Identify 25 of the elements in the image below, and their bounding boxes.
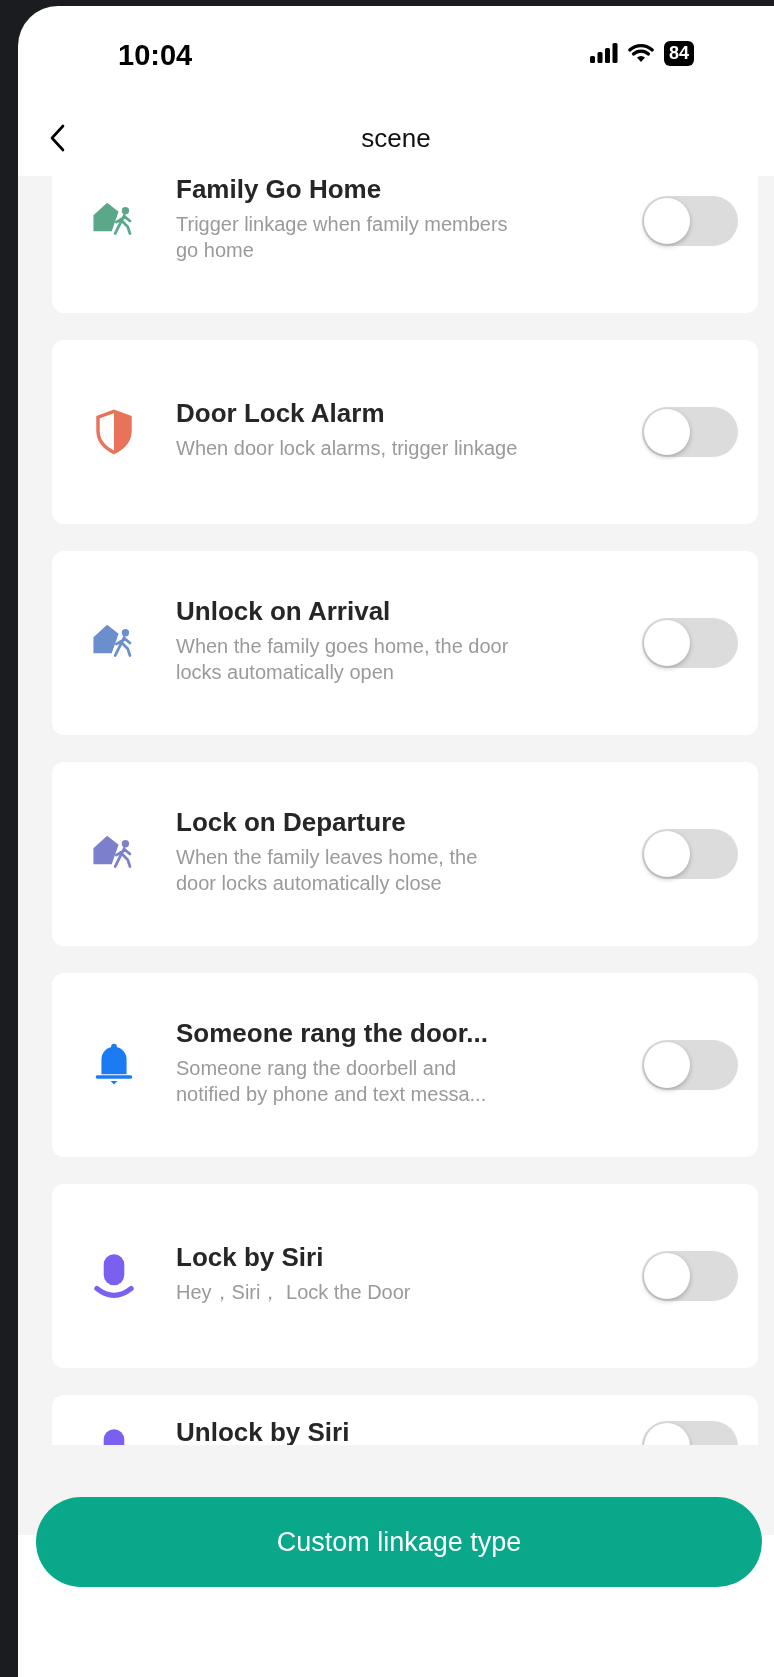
- back-chevron-icon: [50, 124, 66, 152]
- signal-icon: [589, 43, 618, 63]
- custom-linkage-button[interactable]: Custom linkage type: [36, 1497, 762, 1587]
- scene-title: Lock on Departure: [176, 806, 407, 838]
- scene-description: When the family goes home, the door locks automatically open: [176, 633, 510, 685]
- toggle-switch[interactable]: [642, 407, 738, 457]
- scene-title: Family Go Home: [176, 176, 383, 205]
- toggle-switch[interactable]: [642, 829, 738, 879]
- scene-title: Lock by Siri: [176, 1241, 325, 1273]
- scene-title: Door Lock Alarm: [176, 397, 386, 429]
- scene-title: Unlock on Arrival: [176, 595, 392, 627]
- scene-title: Someone rang the door...: [176, 1017, 490, 1049]
- scene-description: Hey，Siri， Lock the Door: [176, 1279, 412, 1305]
- status-time: 10:04: [118, 38, 193, 72]
- scene-description: Trigger linkage when family members go home: [176, 211, 509, 263]
- scene-description: When door lock alarms, trigger linkage: [176, 435, 519, 461]
- scene-description: When the family leaves home, the door locks automatically close: [176, 844, 479, 896]
- toggle-switch[interactable]: [642, 618, 738, 668]
- toggle-switch[interactable]: [642, 1251, 738, 1301]
- page-title: scene: [361, 122, 431, 154]
- scene-description: Someone rang the doorbell and notified by phone and text messa...: [176, 1055, 488, 1107]
- toggle-switch[interactable]: [642, 196, 738, 246]
- wifi-icon: [627, 43, 654, 63]
- toggle-switch[interactable]: [642, 1040, 738, 1090]
- battery-level: 84: [663, 40, 694, 66]
